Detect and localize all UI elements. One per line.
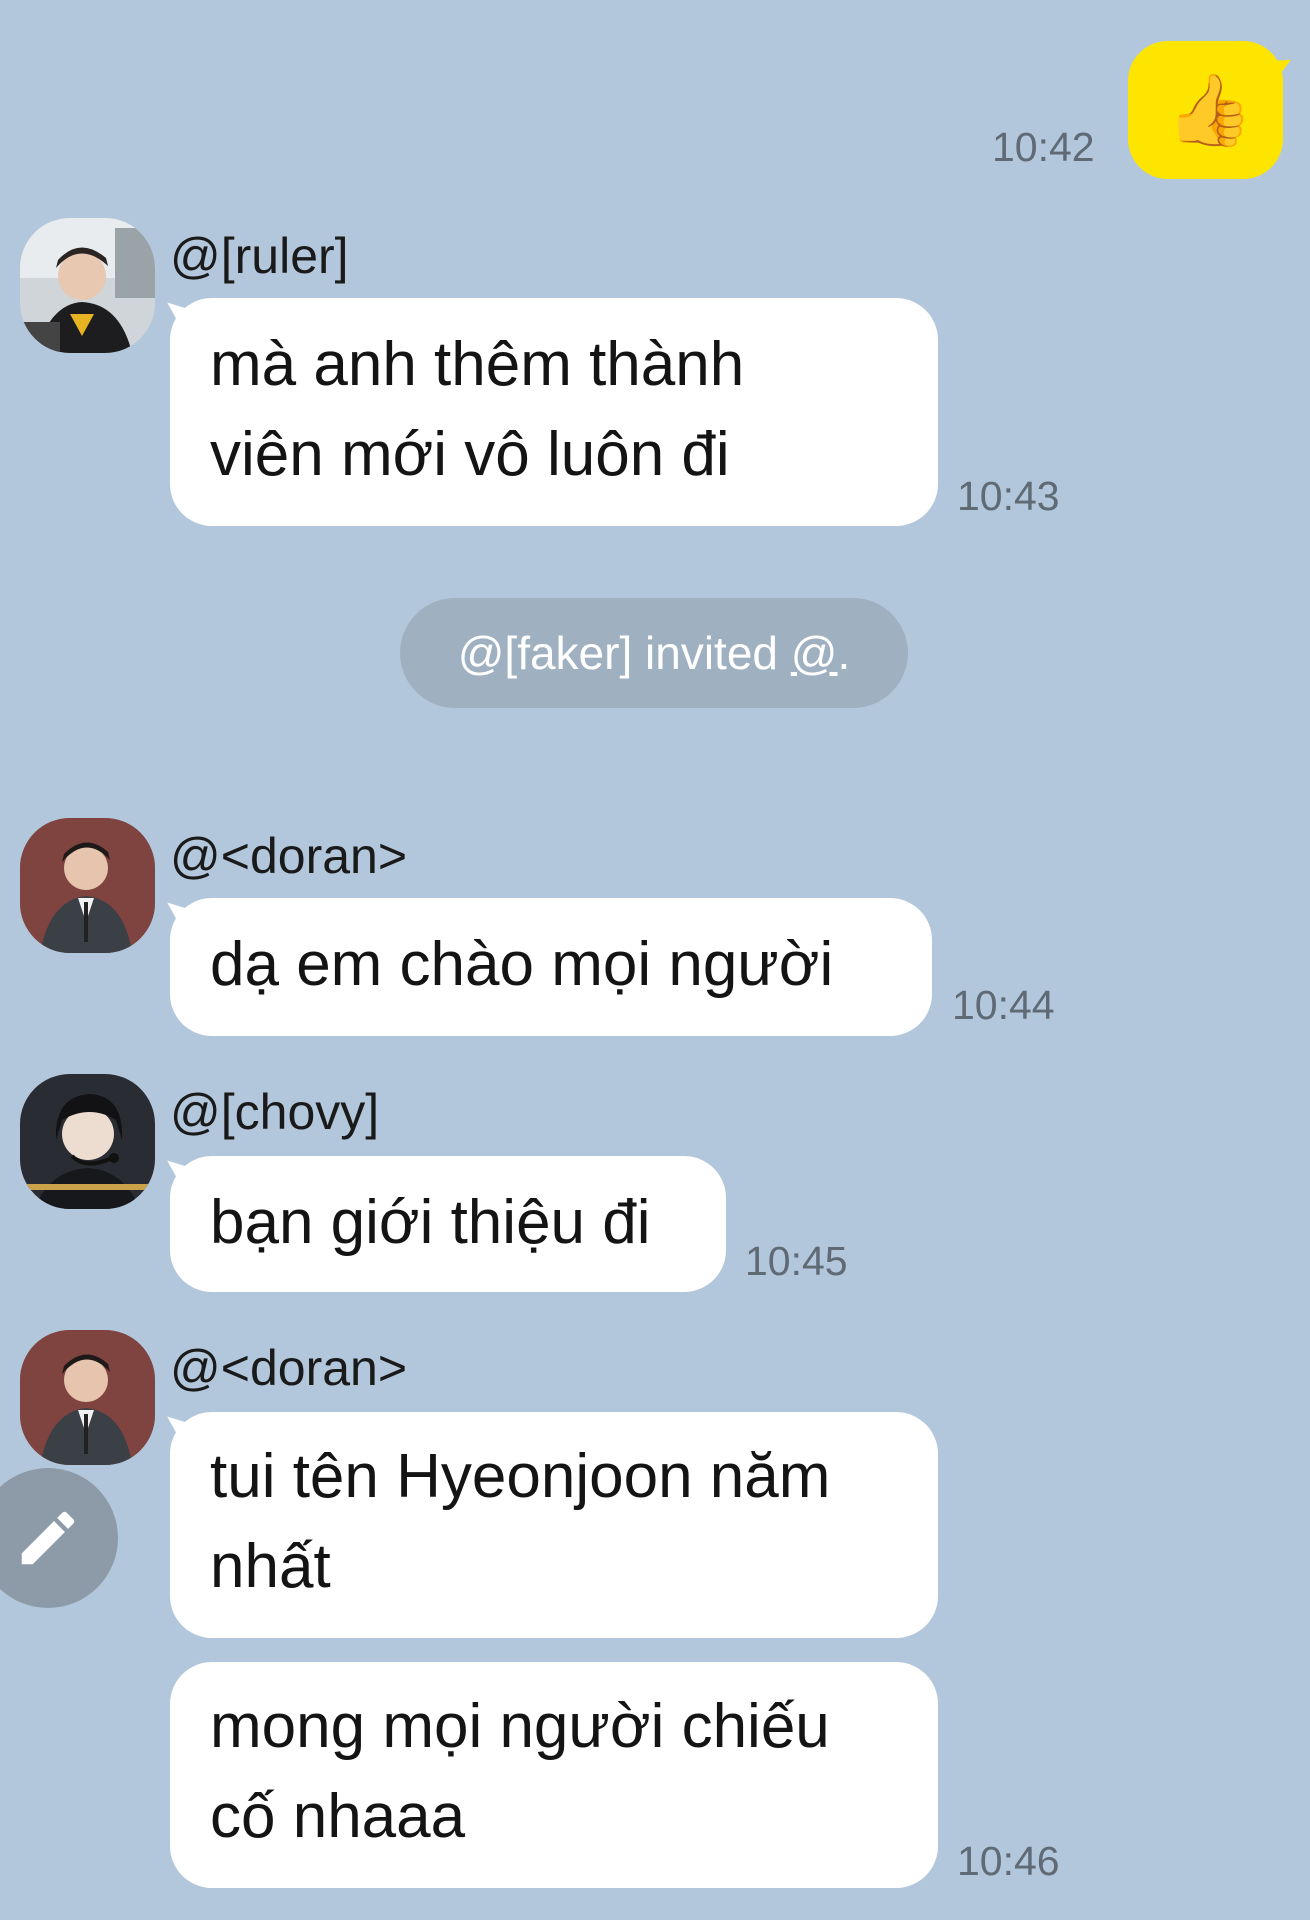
thumbs-up-emoji: 👍 (1166, 69, 1254, 151)
avatar-photo (20, 1330, 155, 1465)
avatar-photo (20, 218, 155, 353)
message-bubble[interactable]: tui tên Hyeonjoon năm nhất (170, 1412, 938, 1638)
outgoing-bubble[interactable]: 👍 (1128, 41, 1283, 179)
avatar-photo (20, 1074, 155, 1209)
pencil-icon (21, 1511, 75, 1565)
avatar-photo (20, 818, 155, 953)
mention-link[interactable]: @ (791, 627, 838, 679)
message-timestamp: 10:43 (957, 473, 1060, 519)
message-timestamp: 10:42 (992, 124, 1095, 170)
compose-button[interactable] (0, 1468, 118, 1608)
message-bubble[interactable]: mong mọi người chiếu cố nhaaa (170, 1662, 938, 1888)
message-timestamp: 10:46 (957, 1838, 1060, 1884)
message-bubble[interactable]: mà anh thêm thành viên mới vô luôn đi (170, 298, 938, 526)
message-text: mong mọi người chiếu cố nhaaa (210, 1692, 830, 1851)
avatar[interactable] (20, 818, 155, 953)
avatar[interactable] (20, 1330, 155, 1465)
message-bubble[interactable]: bạn giới thiệu đi (170, 1156, 726, 1292)
message-text: bạn giới thiệu đi (210, 1188, 651, 1257)
message-text: mà anh thêm thành viên mới vô luôn đi (210, 330, 745, 489)
message-text: tui tên Hyeonjoon năm nhất (210, 1442, 831, 1601)
sender-name: @<doran> (170, 828, 408, 884)
sender-name: @[chovy] (170, 1084, 380, 1140)
message-timestamp: 10:44 (952, 982, 1055, 1028)
system-notice: @[faker] invited @. (400, 598, 908, 708)
avatar[interactable] (20, 1074, 155, 1209)
system-notice-text: @[faker] invited @. (457, 627, 851, 679)
sender-name: @<doran> (170, 1340, 408, 1396)
message-bubble[interactable]: dạ em chào mọi người (170, 898, 932, 1036)
message-text: dạ em chào mọi người (210, 930, 834, 999)
message-timestamp: 10:45 (745, 1238, 848, 1284)
avatar[interactable] (20, 218, 155, 353)
sender-name: @[ruler] (170, 228, 349, 284)
